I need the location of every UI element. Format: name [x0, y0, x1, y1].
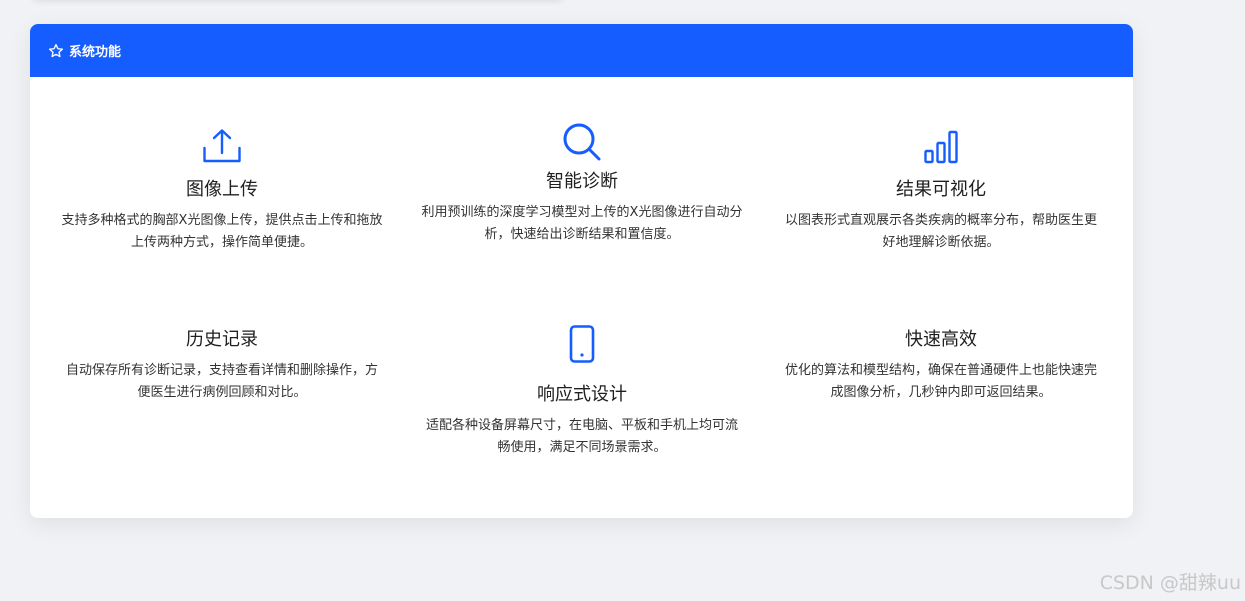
upload-icon [202, 128, 242, 164]
feature-title: 快速高效 [905, 329, 977, 350]
feature-image-upload: 图像上传 支持多种格式的胸部X光图像上传，提供点击上传和拖放上传两种方式，操作简… [57, 128, 387, 254]
feature-title: 图像上传 [186, 179, 258, 200]
system-features-card: 系统功能 图像上传 支持多种格式的胸部X光图像上传，提供点击上传和拖放上传两种方… [30, 24, 1133, 518]
feature-title: 智能诊断 [546, 171, 618, 192]
search-icon [562, 122, 602, 162]
watermark: CSDN @甜辣uu [1099, 572, 1241, 594]
bar-chart-icon [924, 130, 958, 164]
feature-title: 响应式设计 [537, 384, 627, 405]
feature-description: 利用预训练的深度学习模型对上传的X光图像进行自动分析，快速给出诊断结果和置信度。 [421, 205, 743, 242]
feature-description: 自动保存所有诊断记录，支持查看详情和删除操作，方便医生进行病例回顾和对比。 [65, 363, 378, 400]
feature-title: 结果可视化 [896, 179, 986, 200]
feature-description: 适配各种设备屏幕尺寸，在电脑、平板和手机上均可流畅使用，满足不同场景需求。 [425, 418, 738, 455]
card-header: 系统功能 [30, 24, 1133, 77]
star-icon [48, 43, 64, 59]
feature-responsive-design: 响应式设计 适配各种设备屏幕尺寸，在电脑、平板和手机上均可流畅使用，满足不同场景… [417, 325, 747, 459]
feature-description: 以图表形式直观展示各类疾病的概率分布，帮助医生更好地理解诊断依据。 [784, 213, 1097, 250]
feature-fast-efficient: 快速高效 优化的算法和模型结构，确保在普通硬件上也能快速完成图像分析，几秒钟内即… [776, 328, 1106, 404]
feature-smart-diagnosis: 智能诊断 利用预训练的深度学习模型对上传的X光图像进行自动分析，快速给出诊断结果… [417, 122, 747, 246]
card-title: 系统功能 [69, 45, 122, 60]
feature-description: 优化的算法和模型结构，确保在普通硬件上也能快速完成图像分析，几秒钟内即可返回结果… [784, 363, 1097, 400]
feature-title: 历史记录 [186, 329, 258, 350]
feature-visualization: 结果可视化 以图表形式直观展示各类疾病的概率分布，帮助医生更好地理解诊断依据。 [776, 130, 1106, 254]
feature-history: 历史记录 自动保存所有诊断记录，支持查看详情和删除操作，方便医生进行病例回顾和对… [57, 328, 387, 404]
mobile-icon [569, 325, 595, 363]
feature-description: 支持多种格式的胸部X光图像上传，提供点击上传和拖放上传两种方式，操作简单便捷。 [61, 213, 383, 250]
